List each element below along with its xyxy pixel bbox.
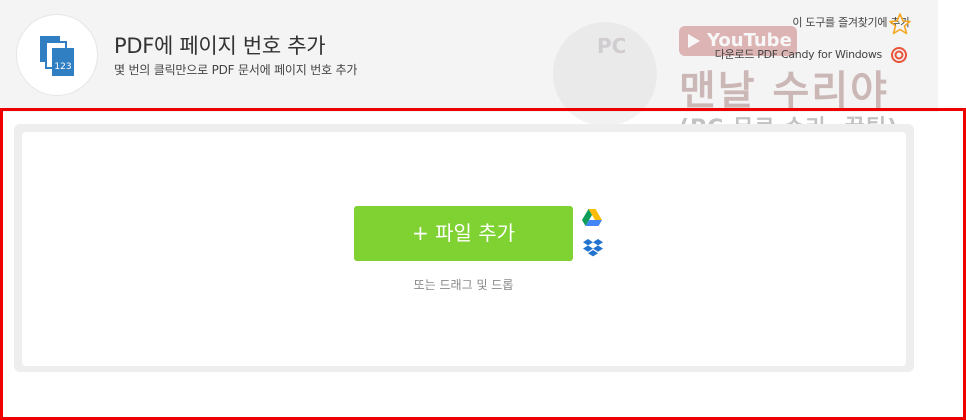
page-title: PDF에 페이지 번호 추가 [114, 34, 326, 58]
spiral-icon[interactable] [890, 46, 908, 64]
page-subtitle: 몇 번의 클릭만으로 PDF 문서에 페이지 번호 추가 [114, 63, 358, 77]
download-desktop-link[interactable]: 다운로드 PDF Candy for Windows [715, 46, 883, 62]
dropbox-icon[interactable] [583, 238, 603, 258]
star-icon[interactable] [888, 12, 912, 36]
pdf-page-number-icon: 123 [40, 36, 74, 76]
google-drive-icon[interactable] [582, 209, 602, 227]
page: 123 PDF에 페이지 번호 추가 몇 번의 클릭만으로 PDF 문서에 페이… [0, 0, 966, 420]
drag-drop-hint: 또는 드래그 및 드롭 [413, 278, 514, 292]
logo-number-text: 123 [54, 62, 71, 72]
add-file-button[interactable]: + 파일 추가 [354, 206, 573, 261]
tool-logo: 123 [16, 14, 98, 96]
